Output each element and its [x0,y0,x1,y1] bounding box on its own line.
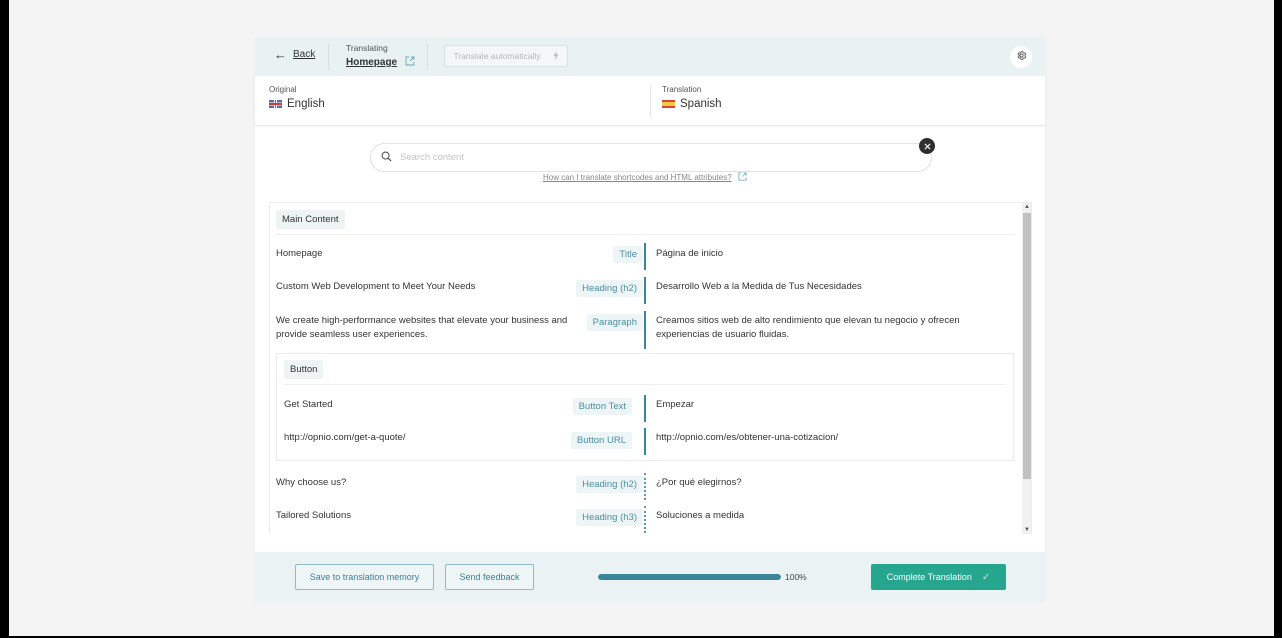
search-icon [381,149,392,167]
scroll-down-icon[interactable]: ▼ [1022,527,1031,533]
screen-background: ← Back Translating Homepage Translate au… [9,0,1274,636]
progress-label: 100% [785,572,807,582]
type-badge: Heading (h2) [576,476,643,493]
page-link[interactable]: Homepage [346,56,415,69]
translation-text[interactable]: Desarrollo Web a la Medida de Tus Necesi… [656,280,1006,294]
send-feedback-button[interactable]: Send feedback [445,564,534,590]
section-tag-main-content: Main Content [276,210,345,229]
translation-editor: ← Back Translating Homepage Translate au… [255,38,1045,601]
source-text: Homepage [276,248,323,259]
translating-label: Translating [346,43,388,53]
spain-flag-icon [662,100,675,108]
translation-text[interactable]: Página de inicio [656,247,1006,261]
footer-bar: Save to translation memory Send feedback… [255,552,1045,601]
top-bar: ← Back Translating Homepage Translate au… [255,38,1045,76]
original-label: Original [269,85,297,94]
status-indicator [644,311,646,349]
complete-translation-button[interactable]: Complete Translation ✓ [871,564,1006,590]
save-to-memory-button[interactable]: Save to translation memory [295,564,434,590]
translate-automatically-label: Translate automatically [453,51,541,61]
type-badge: Heading (h2) [576,280,643,297]
help-link-text[interactable]: How can I translate shortcodes and HTML … [543,173,732,182]
arrow-left-icon: ← [274,46,287,62]
search-input[interactable] [400,152,880,163]
translation-language: Translation Spanish [662,85,722,110]
back-label: Back [293,49,316,60]
progress-bar [598,574,781,580]
status-indicator [644,243,646,270]
original-language: Original English [269,85,325,110]
close-icon [923,137,931,155]
translation-language-name: Spanish [680,98,722,110]
source-text: http://opnio.com/get-a-quote/ [284,432,406,443]
type-badge: Title [613,246,643,263]
divider [650,84,651,118]
check-icon: ✓ [981,571,991,583]
status-indicator [644,395,646,422]
uk-flag-icon [269,100,282,108]
source-text: We create high-performance websites that… [276,315,568,340]
source-text: Why choose us? [276,477,347,488]
search-bar [370,143,932,172]
type-badge: Button URL [570,432,632,449]
source-text: Get Started [284,399,333,410]
divider [328,44,329,70]
translating-info: Translating Homepage [346,43,415,69]
back-button[interactable]: ← Back [274,46,316,62]
translation-text[interactable]: Empezar [656,398,996,412]
section-tag-button: Button [284,360,324,379]
translate-automatically-button[interactable]: Translate automatically [444,45,568,67]
status-indicator [644,428,646,455]
status-indicator [644,277,646,304]
divider [284,384,1006,385]
scrollbar[interactable]: ▲ ▼ [1022,203,1031,534]
gear-icon [1016,48,1027,66]
external-link-icon[interactable] [405,56,415,69]
clear-search-button[interactable] [919,138,935,154]
lightning-icon [553,50,559,62]
translation-text[interactable]: Soluciones a medida [656,509,1006,523]
language-row: Original English Translation Spanish [255,76,1045,126]
type-badge: Heading (h3) [576,509,643,526]
button-group: Button Get Started Button Text Empezar h… [276,353,1014,461]
shortcodes-help-link[interactable]: How can I translate shortcodes and HTML … [543,172,747,183]
page-name[interactable]: Homepage [346,57,397,68]
translation-text[interactable]: ¿Por qué elegirnos? [656,476,1006,490]
scrollbar-thumb[interactable] [1023,213,1031,479]
progress-fill [598,574,781,580]
divider [276,234,1014,235]
source-text: Tailored Solutions [276,510,351,521]
translation-text[interactable]: http://opnio.com/es/obtener-una-cotizaci… [656,431,996,445]
original-language-name: English [287,98,325,110]
content-list: Main Content Homepage Title Página de in… [269,202,1032,534]
type-badge: Button Text [572,398,632,415]
source-text: Custom Web Development to Meet Your Need… [276,281,476,292]
divider [427,44,428,70]
external-link-icon [738,172,747,183]
settings-button[interactable] [1010,46,1032,68]
translation-text[interactable]: Creamos sitios web de alto rendimiento q… [656,314,996,342]
status-indicator [644,506,646,533]
status-indicator [644,473,646,500]
type-badge: Paragraph [586,314,643,331]
translation-label: Translation [662,85,702,94]
complete-translation-label: Complete Translation [886,572,972,582]
scroll-up-icon[interactable]: ▲ [1022,204,1031,210]
